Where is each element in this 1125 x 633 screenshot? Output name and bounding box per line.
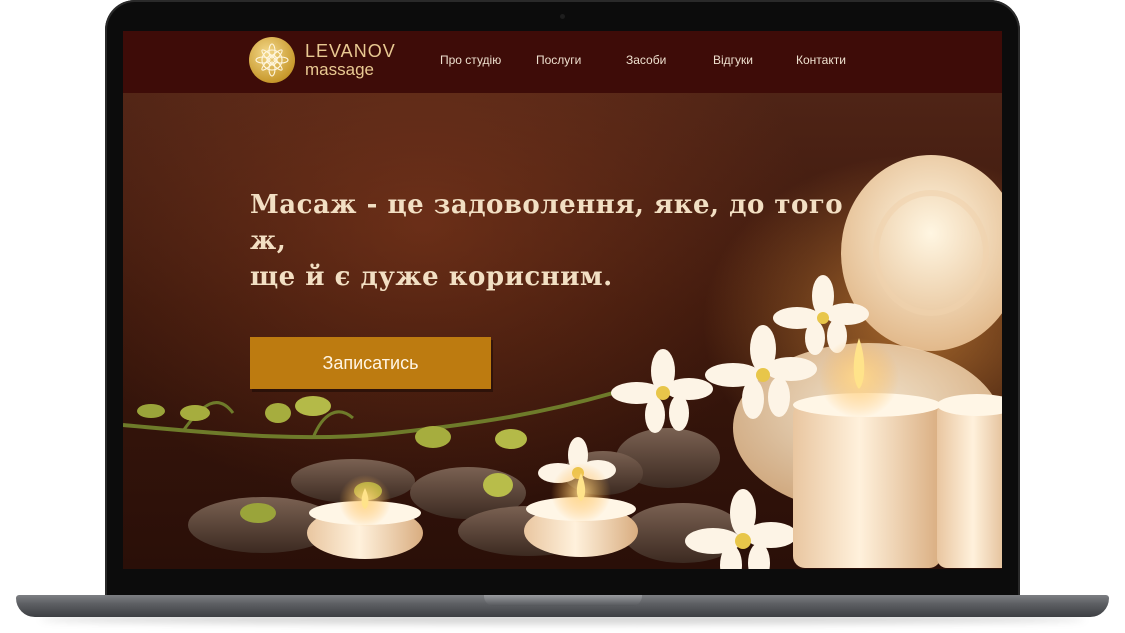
book-appointment-button[interactable]: Записатись [250,337,491,389]
mandala-icon-graphic [255,43,289,77]
stones [188,428,743,563]
nav-item-services[interactable]: Послуги [536,53,581,67]
hero-headline: Масаж - це задоволення, яке, до того ж, … [250,187,850,295]
nav-item-contacts[interactable]: Контакти [796,53,846,67]
laptop-notch [484,595,642,606]
site-header: LEVANOV massage Про студію Послуги Засоб… [123,31,1002,93]
hero-headline-line2: ще й є дуже корисним. [250,262,613,292]
logo-text: LEVANOV massage [305,42,396,78]
brand-name: LEVANOV [305,41,396,61]
hero-section: Масаж - це задоволення, яке, до того ж, … [123,93,1002,569]
webcam [560,14,565,19]
logo[interactable]: LEVANOV massage [249,37,396,83]
nav-item-about[interactable]: Про студію [440,53,501,67]
mandala-icon [249,37,295,83]
hero-headline-line1: Масаж - це задоволення, яке, до того ж, [250,190,844,256]
nav-item-products[interactable]: Засоби [626,53,666,67]
hero-image [123,155,1002,569]
nav-item-reviews[interactable]: Відгуки [713,53,753,67]
brand-tagline: massage [305,60,374,79]
laptop-screen: LEVANOV massage Про студію Послуги Засоб… [123,31,1002,569]
